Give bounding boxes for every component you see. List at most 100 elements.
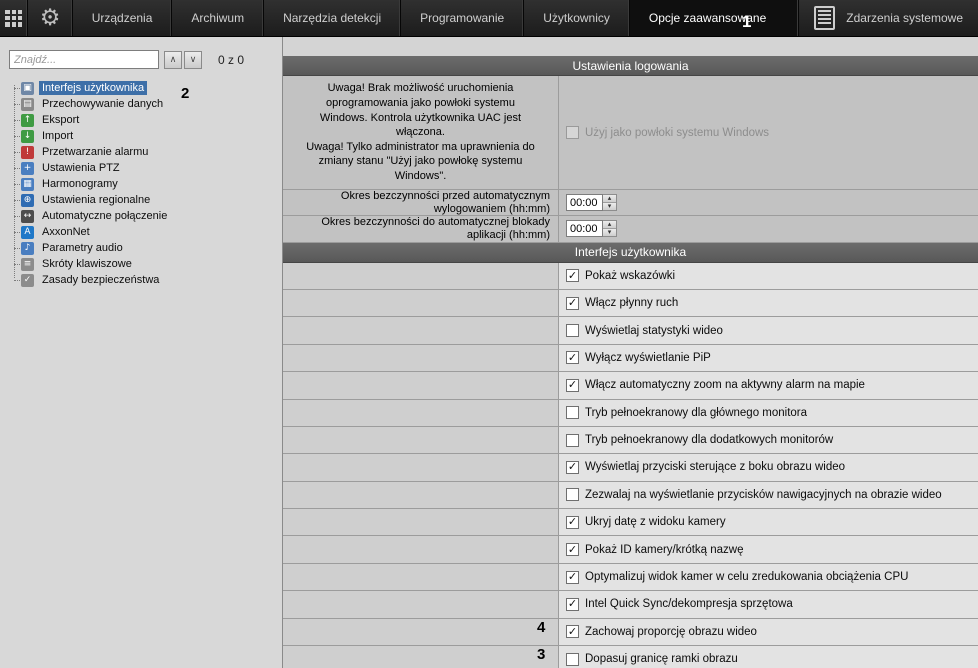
checkbox-row-value-cell: Włącz płynny ruch <box>558 290 978 316</box>
checkbox-tryb-pełnoekranowy-dla-głównego-monitora[interactable]: Tryb pełnoekranowy dla głównego monitora <box>566 406 807 419</box>
checkbox-box[interactable] <box>566 461 579 474</box>
sidebar-item-label: Skróty klawiszowe <box>39 257 135 271</box>
checkbox-row-left-cell <box>283 591 558 617</box>
tab-opcje-zaawansowane[interactable]: Opcje zaawansowane <box>630 0 799 36</box>
checkbox-box[interactable] <box>566 406 579 419</box>
checkbox-row-value-cell: Pokaż wskazówki <box>558 263 978 289</box>
spinner-down-button[interactable]: ▾ <box>603 203 616 210</box>
tab-narzędzia-detekcji[interactable]: Narzędzia detekcji <box>264 0 401 36</box>
spinner-down-button[interactable]: ▾ <box>603 229 616 236</box>
search-input[interactable] <box>9 50 159 69</box>
checkbox-label: Ukryj datę z widoku kamery <box>585 516 726 528</box>
tab-archiwum[interactable]: Archiwum <box>172 0 264 36</box>
checkbox-label: Włącz płynny ruch <box>585 297 678 309</box>
sidebar-item-axxonnet[interactable]: AAxxonNet <box>0 224 282 240</box>
sidebar-item-eksport[interactable]: ↑Eksport <box>0 112 282 128</box>
checkbox-wyświetlaj-statystyki-wideo[interactable]: Wyświetlaj statystyki wideo <box>566 324 723 337</box>
checkbox-row-left-cell <box>283 400 558 426</box>
callout-2: 2 <box>181 85 189 102</box>
time-spinner[interactable]: 00:00▴▾ <box>566 220 617 237</box>
checkbox-row-value-cell: Optymalizuj widok kamer w celu zredukowa… <box>558 564 978 590</box>
sidebar-item-parametry-audio[interactable]: ♪Parametry audio <box>0 240 282 256</box>
checkbox-label: Zezwalaj na wyświetlanie przycisków nawi… <box>585 489 942 501</box>
checkbox-box[interactable] <box>566 625 579 638</box>
shell-setting-row: Uwaga! Brak możliwość uruchomienia oprog… <box>283 76 978 190</box>
checkbox-pokaż-id-kamery-krótką-nazwę[interactable]: Pokaż ID kamery/krótką nazwę <box>566 543 744 556</box>
section-header-ui: Interfejs użytkownika <box>283 243 978 263</box>
sidebar-item-ustawienia-ptz[interactable]: +Ustawienia PTZ <box>0 160 282 176</box>
checkbox-box[interactable] <box>566 571 579 584</box>
settings-gear-icon: ⚙ <box>40 7 61 30</box>
checkbox-row-value-cell: Włącz automatyczny zoom na aktywny alarm… <box>558 372 978 398</box>
time-spinner-steppers: ▴▾ <box>603 220 617 237</box>
checkbox-wyłącz-wyświetlanie-pip[interactable]: Wyłącz wyświetlanie PiP <box>566 351 711 364</box>
callout-1: 1 <box>742 12 751 32</box>
checkbox-row: Pokaż wskazówki <box>283 263 978 290</box>
checkbox-pokaż-wskazówki[interactable]: Pokaż wskazówki <box>566 269 675 282</box>
sidebar-item-harmonogramy[interactable]: ▦Harmonogramy <box>0 176 282 192</box>
settings-gear-button[interactable]: ⚙ <box>28 0 72 36</box>
content-area: ∧ ∨ 0 z 0 ▣Interfejs użytkownika▤Przecho… <box>0 37 978 668</box>
checkbox-tryb-pełnoekranowy-dla-dodatkowych-monitorów[interactable]: Tryb pełnoekranowy dla dodatkowych monit… <box>566 434 833 447</box>
tab-programowanie[interactable]: Programowanie <box>401 0 524 36</box>
checkbox-label: Intel Quick Sync/dekompresja sprzętowa <box>585 598 793 610</box>
checkbox-box[interactable] <box>566 379 579 392</box>
shell-warning-text: Uwaga! Brak możliwość uruchomienia oprog… <box>283 76 558 189</box>
settings-tree: ▣Interfejs użytkownika▤Przechowywanie da… <box>0 80 282 288</box>
sidebar-item-import[interactable]: ↓Import <box>0 128 282 144</box>
checkbox-label: Tryb pełnoekranowy dla dodatkowych monit… <box>585 434 833 446</box>
tab-zdarzenia-systemowe[interactable]: Zdarzenia systemowe <box>799 0 978 36</box>
sidebar-item-zasady-bezpieczeństwa[interactable]: ✓Zasady bezpieczeństwa <box>0 272 282 288</box>
checkbox-zachowaj-proporcję-obrazu-wideo[interactable]: Zachowaj proporcję obrazu wideo <box>566 625 757 638</box>
sidebar-item-przechowywanie-danych[interactable]: ▤Przechowywanie danych <box>0 96 282 112</box>
sidebar-item-automatyczne-połączenie[interactable]: ↔Automatyczne połączenie <box>0 208 282 224</box>
checkbox-box[interactable] <box>566 434 579 447</box>
checkbox-box[interactable] <box>566 516 579 529</box>
sidebar-item-skróty-klawiszowe[interactable]: ≡ Skróty klawiszowe <box>0 256 282 272</box>
main-tabs: UrządzeniaArchiwumNarzędzia detekcjiProg… <box>73 0 800 36</box>
checkbox-box[interactable] <box>566 543 579 556</box>
checkbox-optymalizuj-widok-kamer-w-celu-zredukowania-obciążenia-cpu[interactable]: Optymalizuj widok kamer w celu zredukowa… <box>566 571 908 584</box>
checkbox-row: Zachowaj proporcję obrazu wideo <box>283 619 978 646</box>
section-header-login: Ustawienia logowania <box>283 56 978 76</box>
sidebar-item-label: Eksport <box>39 113 82 127</box>
checkbox-dopasuj-granicę-ramki-obrazu[interactable]: Dopasuj granicę ramki obrazu <box>566 653 738 666</box>
sidebar-item-interfejs-użytkownika[interactable]: ▣Interfejs użytkownika <box>0 80 282 96</box>
time-spinner[interactable]: 00:00▴▾ <box>566 194 617 211</box>
checkbox-row-left-cell <box>283 509 558 535</box>
checkbox-shell-windows[interactable]: Użyj jako powłoki systemu Windows <box>566 126 769 139</box>
tab-użytkownicy[interactable]: Użytkownicy <box>524 0 630 36</box>
search-prev-button[interactable]: ∧ <box>164 51 182 69</box>
callout-4: 4 <box>537 619 545 636</box>
sidebar-item-ustawienia-regionalne[interactable]: ⊕Ustawienia regionalne <box>0 192 282 208</box>
checkbox-box[interactable] <box>566 126 579 139</box>
checkbox-box[interactable] <box>566 488 579 501</box>
search-next-button[interactable]: ∨ <box>184 51 202 69</box>
keyboard-shortcuts-icon: ≡ <box>21 258 34 271</box>
tab-urządzenia[interactable]: Urządzenia <box>73 0 173 36</box>
time-spinner-value[interactable]: 00:00 <box>566 220 603 237</box>
checkbox-row-value-cell: Zezwalaj na wyświetlanie przycisków nawi… <box>558 482 978 508</box>
sidebar-item-przetwarzanie-alarmu[interactable]: !Przetwarzanie alarmu <box>0 144 282 160</box>
checkbox-box[interactable] <box>566 269 579 282</box>
checkbox-zezwalaj-na-wyświetlanie-przycisków-nawigacyjnych-na-obrazie-wideo[interactable]: Zezwalaj na wyświetlanie przycisków nawi… <box>566 488 942 501</box>
checkbox-włącz-automatyczny-zoom-na-aktywny-alarm-na-mapie[interactable]: Włącz automatyczny zoom na aktywny alarm… <box>566 379 865 392</box>
checkbox-ukryj-datę-z-widoku-kamery[interactable]: Ukryj datę z widoku kamery <box>566 516 726 529</box>
setting-value-cell: 00:00▴▾ <box>558 216 978 241</box>
time-spinner-value[interactable]: 00:00 <box>566 194 603 211</box>
checkbox-box[interactable] <box>566 297 579 310</box>
checkbox-label: Pokaż wskazówki <box>585 270 675 282</box>
apps-grid-button[interactable] <box>0 0 28 36</box>
checkbox-włącz-płynny-ruch[interactable]: Włącz płynny ruch <box>566 297 678 310</box>
checkbox-label: Włącz automatyczny zoom na aktywny alarm… <box>585 379 865 391</box>
checkbox-box[interactable] <box>566 351 579 364</box>
checkbox-wyświetlaj-przyciski-sterujące-z-boku-obrazu-wideo[interactable]: Wyświetlaj przyciski sterujące z boku ob… <box>566 461 845 474</box>
sidebar-item-label: Ustawienia regionalne <box>39 193 153 207</box>
checkbox-row: Pokaż ID kamery/krótką nazwę <box>283 536 978 563</box>
checkbox-intel-quick-sync-dekompresja-sprzętowa[interactable]: Intel Quick Sync/dekompresja sprzętowa <box>566 598 793 611</box>
checkbox-row-left-cell <box>283 372 558 398</box>
system-events-label: Zdarzenia systemowe <box>846 11 963 25</box>
checkbox-box[interactable] <box>566 598 579 611</box>
checkbox-box[interactable] <box>566 653 579 666</box>
checkbox-box[interactable] <box>566 324 579 337</box>
